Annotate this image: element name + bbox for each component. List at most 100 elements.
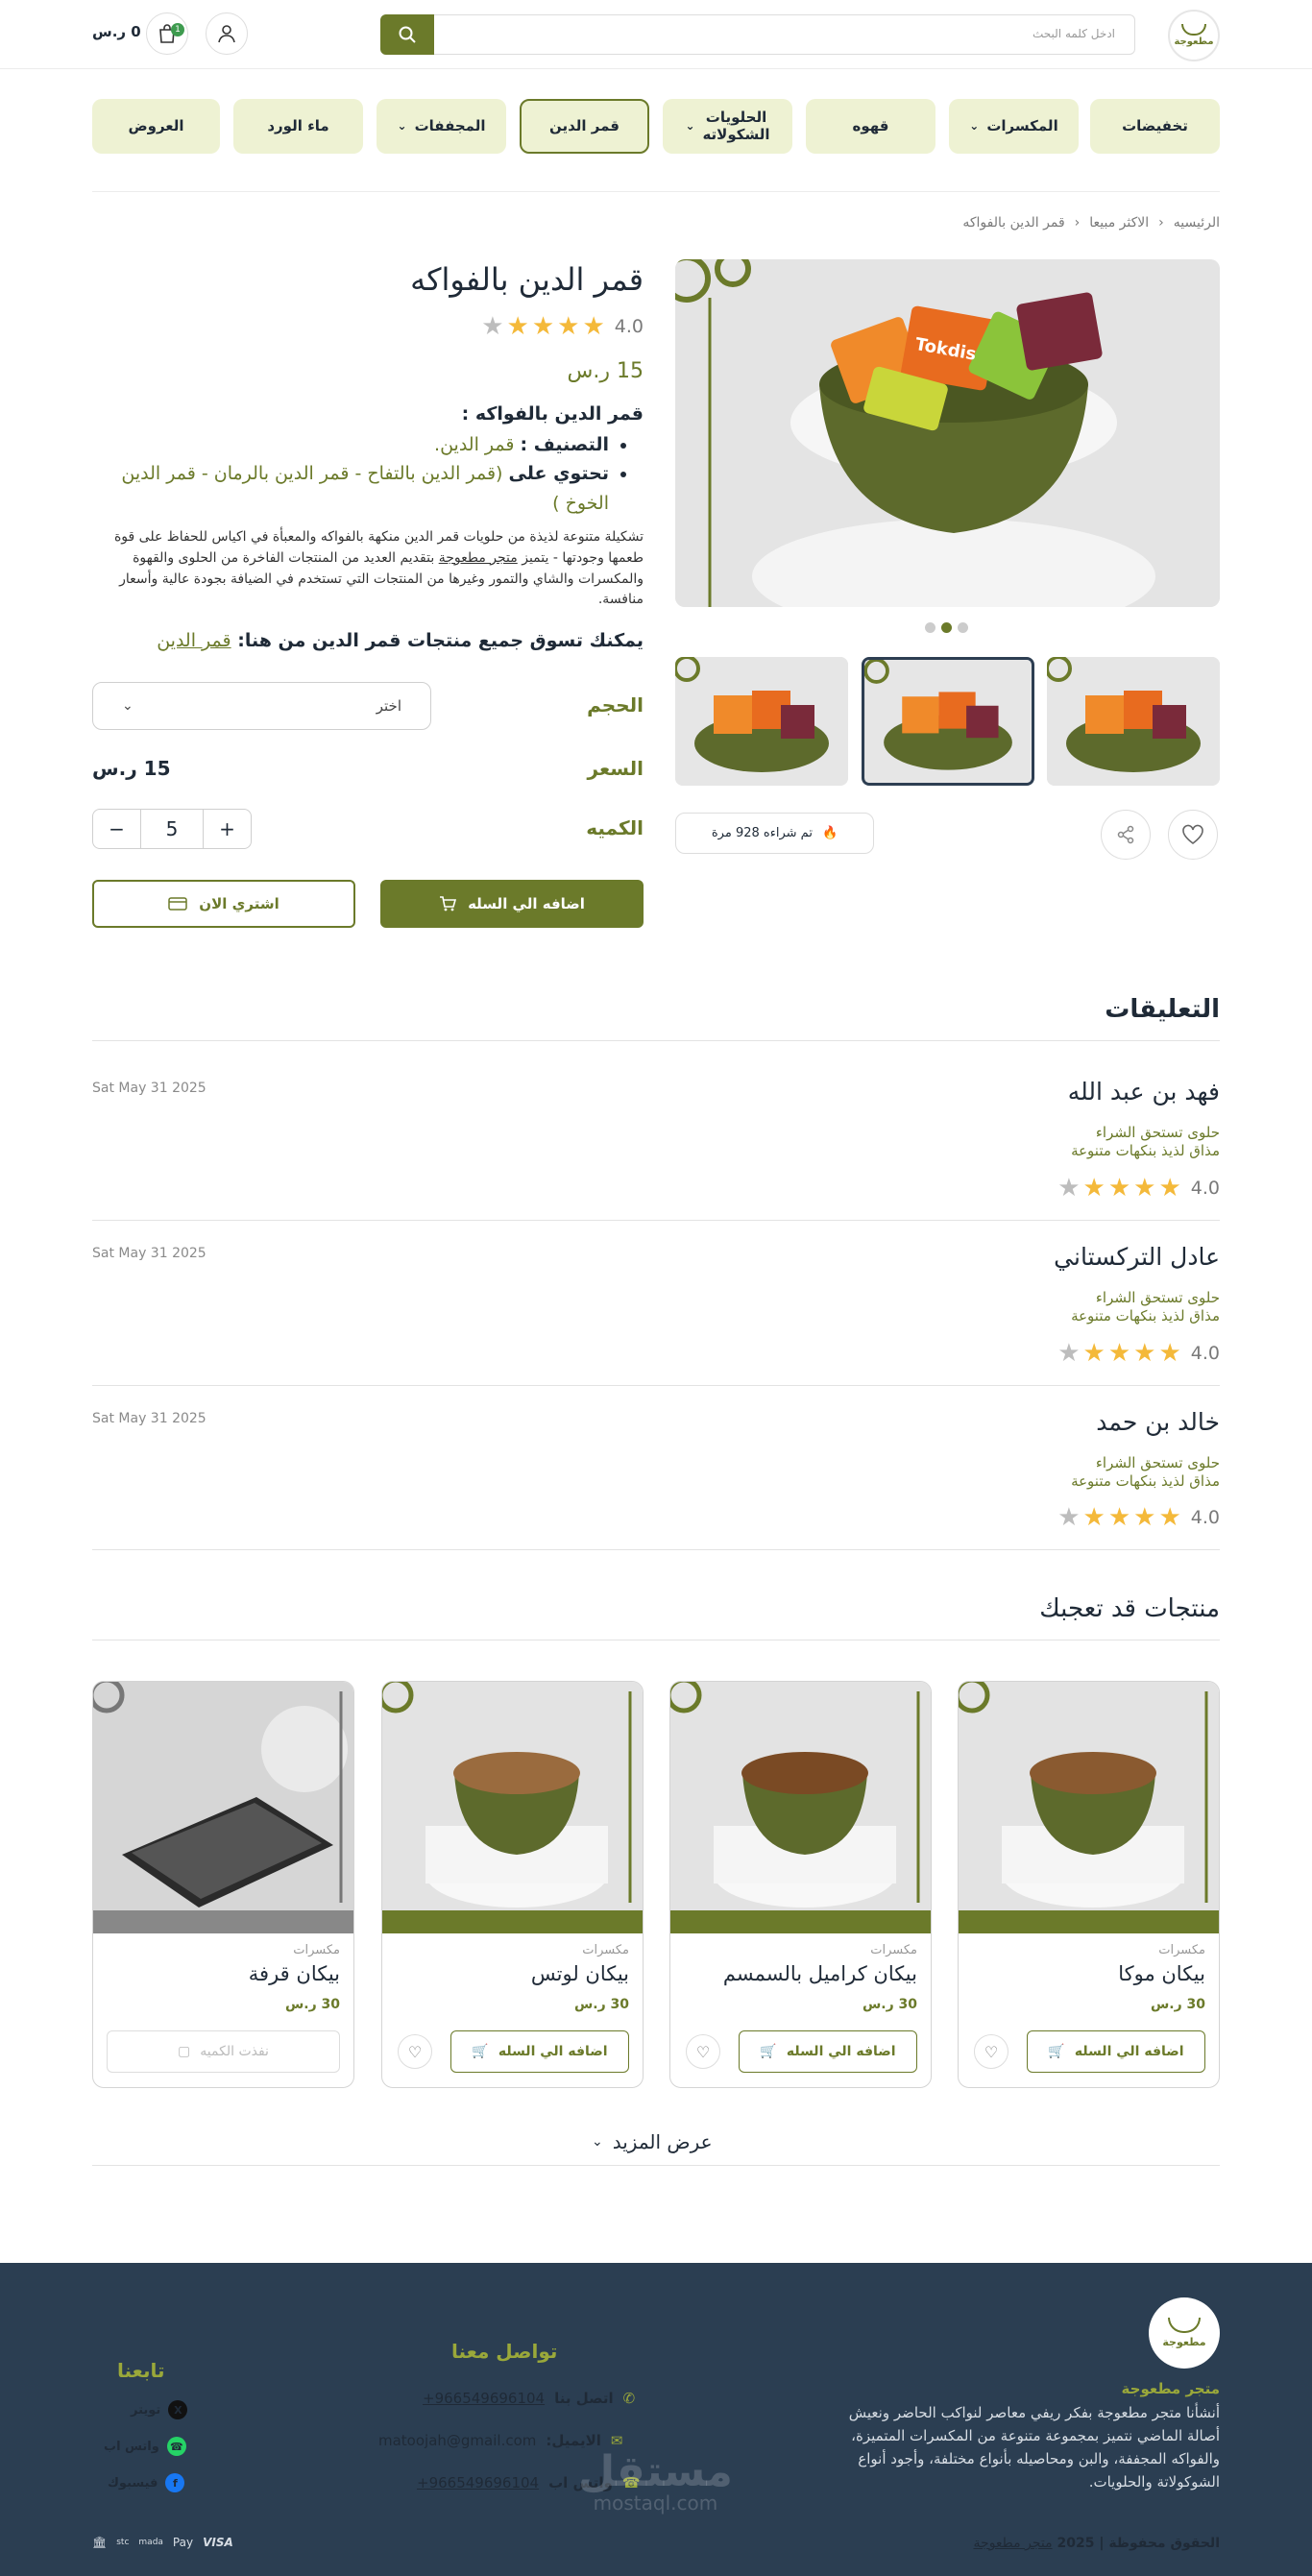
size-select[interactable]: اختر ⌄: [92, 682, 431, 730]
product-card-category: مكسرات: [1158, 1943, 1205, 1957]
nav-item-sweets[interactable]: الحلويات الشكولاته ⌄: [663, 99, 792, 154]
gallery-thumbnail[interactable]: [675, 657, 848, 786]
description-contains: تحتوي على (قمر الدين بالتفاح - قمر الدين…: [106, 459, 609, 518]
shop-all-link[interactable]: قمر الدين: [157, 630, 231, 651]
product-card[interactable]: مكسرات بيكان قرفة 30 ر.س نفذت الكميه ▢: [92, 1681, 354, 2088]
nav-item-dried[interactable]: المجففات ⌄: [377, 99, 506, 154]
share-icon: [1117, 825, 1134, 844]
contains-label: تحتوي على: [508, 463, 609, 485]
review-text: حلوى تستحق الشراء مذاق لذيذ بنكهات متنوعة: [1071, 1454, 1220, 1491]
social-whatsapp[interactable]: ☎ واتس اب: [104, 2437, 186, 2456]
gallery-thumbnail-selected[interactable]: [862, 657, 1034, 786]
account-button[interactable]: [206, 12, 248, 55]
review-rating: 4.0 ★ ★ ★ ★ ★: [1057, 1341, 1220, 1366]
breadcrumb-bestsellers[interactable]: الاكثر مبيعا: [1089, 215, 1149, 231]
share-button[interactable]: [1101, 810, 1151, 860]
star-rating: ★ ★ ★ ★ ★: [1057, 1341, 1181, 1366]
add-to-cart-label: اضافه الي السله: [1074, 2044, 1184, 2059]
add-to-cart-button[interactable]: اضافه الي السله 🛒: [1027, 2030, 1205, 2073]
product-card-price: 30 ر.س: [862, 1997, 917, 2012]
review-author: خالد بن حمد: [1096, 1408, 1220, 1436]
search-input[interactable]: ادخل كلمه البحث: [380, 14, 1135, 55]
product-card-image[interactable]: [382, 1682, 643, 1933]
payment-stc: stc: [116, 2538, 130, 2547]
footer-logo[interactable]: مطعوجة: [1149, 2297, 1220, 2369]
footer-store-name: متجر مطعوجة: [1121, 2380, 1220, 2397]
quantity-value[interactable]: 5: [141, 810, 203, 848]
star-filled-icon: ★: [1158, 1174, 1181, 1203]
show-more-button[interactable]: عرض المزيد ⌄: [592, 2130, 713, 2153]
chevron-down-icon: ⌄: [685, 118, 695, 133]
add-to-cart-button[interactable]: اضافه الي السله 🛒: [739, 2030, 917, 2073]
social-label: واتس اب: [104, 2439, 159, 2454]
facebook-icon: f: [165, 2473, 185, 2492]
product-card-image[interactable]: [93, 1682, 353, 1933]
nav-item-nuts[interactable]: المكسرات ⌄: [949, 99, 1079, 154]
footer-logo-text: مطعوجة: [1162, 2336, 1206, 2348]
nav-item-qamar-aldin[interactable]: قمر الدين: [520, 99, 649, 154]
add-to-cart-button[interactable]: اضافه الي السله: [380, 880, 644, 928]
buy-now-label: اشتري الان: [199, 895, 279, 912]
size-label: الحجم: [587, 693, 644, 717]
review-author: عادل التركستاني: [1054, 1243, 1220, 1271]
nav-divider: [92, 191, 1220, 192]
review-date: Sat May 31 2025: [92, 1081, 207, 1096]
gallery-dot[interactable]: [958, 622, 968, 633]
wishlist-button[interactable]: ♡: [974, 2034, 1008, 2069]
minus-icon: −: [109, 817, 125, 840]
gallery-thumbnail[interactable]: [1047, 657, 1220, 786]
gallery-dot[interactable]: [925, 622, 935, 633]
product-card-image[interactable]: [959, 1682, 1219, 1933]
social-twitter[interactable]: X تويتر: [131, 2400, 188, 2419]
logo-text: مطعوجة: [1174, 36, 1214, 47]
increment-button[interactable]: +: [203, 810, 251, 848]
nav-item-coffee[interactable]: قهوه: [806, 99, 935, 154]
star-filled-icon: ★: [1158, 1503, 1181, 1532]
wishlist-button[interactable]: ♡: [686, 2034, 720, 2069]
site-logo[interactable]: مطعوجة: [1168, 10, 1220, 61]
wishlist-button[interactable]: [1168, 810, 1218, 860]
nav-label: قمر الدين: [549, 116, 620, 134]
star-rating: ★ ★ ★ ★ ★: [481, 314, 605, 339]
nav-item-offers[interactable]: العروض: [92, 99, 220, 154]
social-facebook[interactable]: f فيسبوك: [108, 2473, 185, 2492]
product-main-image[interactable]: Tokdis: [675, 259, 1220, 607]
star-filled-icon: ★: [531, 312, 555, 341]
buy-now-button[interactable]: اشتري الان: [92, 880, 355, 928]
nav-item-rose-water[interactable]: ماء الورد: [233, 99, 363, 154]
whatsapp-value[interactable]: +966549696104: [417, 2474, 539, 2491]
product-card-name[interactable]: بيكان كراميل بالسمسم: [723, 1962, 917, 1985]
product-card-image[interactable]: [670, 1682, 931, 1933]
decrement-button[interactable]: −: [93, 810, 141, 848]
call-label: اتصل بنا: [554, 2390, 614, 2407]
nav-item-discounts[interactable]: تخفيضات: [1090, 99, 1220, 154]
call-value[interactable]: +966549696104: [423, 2390, 545, 2407]
star-filled-icon: ★: [1158, 1339, 1181, 1368]
search-button[interactable]: [380, 14, 434, 55]
copyright-link[interactable]: متجر مطعوجة: [974, 2536, 1053, 2551]
review-rating: 4.0 ★ ★ ★ ★ ★: [1057, 1505, 1220, 1530]
breadcrumb-home[interactable]: الرئيسيه: [1174, 215, 1220, 231]
review-line: حلوى تستحق الشراء: [1095, 1454, 1220, 1471]
star-filled-icon: ★: [1133, 1339, 1156, 1368]
product-card[interactable]: مكسرات بيكان لوتس 30 ر.س اضافه الي السله…: [381, 1681, 644, 2088]
review-rating-value: 4.0: [1190, 1343, 1220, 1364]
product-card[interactable]: مكسرات بيكان موكا 30 ر.س اضافه الي السله…: [958, 1681, 1220, 2088]
store-link[interactable]: متجر مطعوجة: [439, 550, 518, 566]
product-card[interactable]: مكسرات بيكان كراميل بالسمسم 30 ر.س اضافه…: [669, 1681, 932, 2088]
gallery-dot-active[interactable]: [941, 622, 952, 633]
wishlist-button[interactable]: ♡: [398, 2034, 432, 2069]
whatsapp-icon: ☎: [166, 2437, 186, 2456]
cart-icon: [440, 896, 457, 911]
gallery-dots: [925, 622, 968, 633]
email-value[interactable]: matoojah@gmail.com: [378, 2432, 536, 2449]
star-filled-icon: ★: [1082, 1339, 1105, 1368]
shop-all-text: يمكنك تسوق جميع منتجات قمر الدين من هنا:: [237, 630, 644, 651]
product-card-name[interactable]: بيكان لوتس: [531, 1962, 629, 1985]
product-card-name[interactable]: بيكان قرفة: [249, 1962, 340, 1985]
search-placeholder: ادخل كلمه البحث: [1032, 27, 1115, 40]
review-text: حلوى تستحق الشراء مذاق لذيذ بنكهات متنوعة: [1071, 1124, 1220, 1160]
category-value: قمر الدين.: [434, 434, 515, 455]
product-card-name[interactable]: بيكان موكا: [1118, 1962, 1205, 1985]
add-to-cart-button[interactable]: اضافه الي السله 🛒: [450, 2030, 629, 2073]
